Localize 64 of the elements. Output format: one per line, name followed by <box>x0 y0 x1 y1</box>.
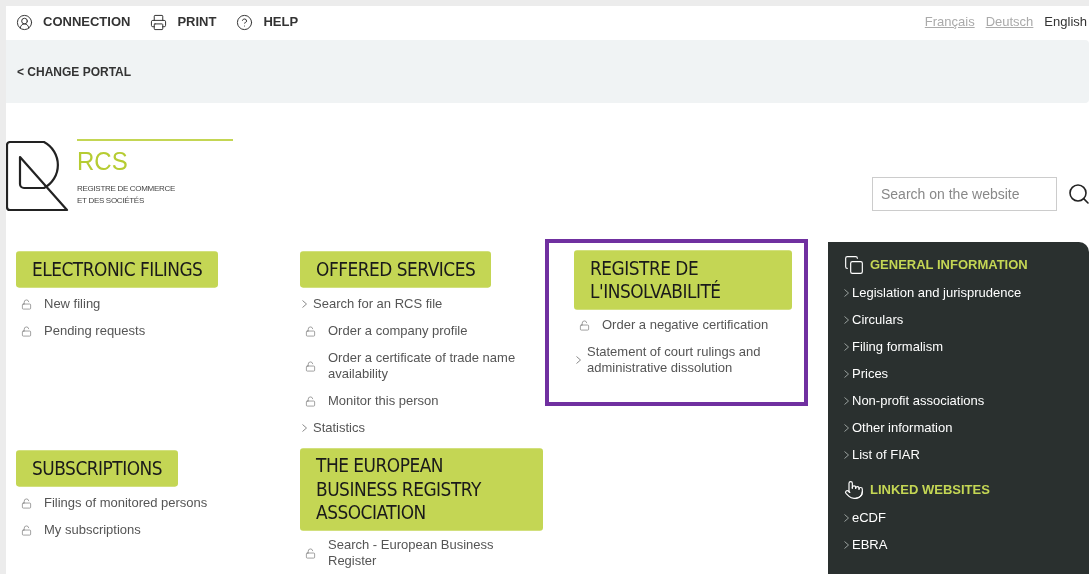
chevron-icon <box>844 424 849 432</box>
chevron-icon <box>844 514 849 522</box>
search-field[interactable]: Search on the website <box>872 177 1057 211</box>
menu-link[interactable]: New filing <box>44 296 101 312</box>
section-heading: REGISTRE DE L'INSOLVABILITÉ <box>574 250 792 310</box>
sidebar-link[interactable]: Legislation and jurisprudence <box>852 285 1022 301</box>
unlocked-padlock-icon <box>305 325 316 337</box>
sidebar-link[interactable]: EBRA <box>852 537 888 553</box>
sidebar-link[interactable]: Circulars <box>852 312 904 328</box>
menu-link[interactable]: My subscriptions <box>44 522 141 538</box>
change-portal-link[interactable]: < CHANGE PORTAL <box>17 62 132 81</box>
chevron-icon <box>302 424 307 432</box>
unlocked-padlock-icon <box>21 524 32 536</box>
chevron-icon <box>844 397 849 405</box>
section-heading: OFFERED SERVICES <box>300 251 492 288</box>
unlocked-padlock-icon <box>305 547 316 559</box>
logo-subtitle: REGISTRE DE COMMERCE <box>77 183 176 195</box>
unlocked-padlock-icon <box>579 319 590 331</box>
sidebar-link[interactable]: List of FIAR <box>852 447 920 463</box>
chevron-icon <box>844 451 849 459</box>
menu-link[interactable]: Pending requests <box>44 323 146 339</box>
menu-link[interactable]: Filings of monitored persons <box>44 495 208 511</box>
search-icon[interactable] <box>1067 182 1089 206</box>
sidebar-link[interactable]: Other information <box>852 420 953 436</box>
language-link[interactable]: English <box>1044 12 1087 32</box>
printer-icon <box>150 13 168 31</box>
unlocked-padlock-icon <box>21 325 32 337</box>
pointer-hand-icon <box>844 480 864 500</box>
chevron-icon <box>302 300 307 308</box>
sidebar-link[interactable]: Filing formalism <box>852 339 943 355</box>
section-heading: SUBSCRIPTIONS <box>16 450 179 487</box>
unlocked-padlock-icon <box>305 395 316 407</box>
chevron-icon <box>844 343 849 351</box>
user-icon <box>16 13 33 31</box>
sidebar-link[interactable]: Prices <box>852 366 889 382</box>
chevron-icon <box>576 356 581 364</box>
sidebar-heading: LINKED WEBSITES <box>870 481 990 500</box>
section-heading: THE EUROPEAN BUSINESS REGISTRY ASSOCIATION <box>300 448 543 531</box>
chevron-icon <box>844 289 849 297</box>
top-nav-link[interactable]: CONNECTION <box>16 12 131 32</box>
menu-link[interactable]: Search - European Business Register <box>328 537 545 569</box>
chevron-icon <box>844 370 849 378</box>
unlocked-padlock-icon <box>305 360 316 372</box>
sidebar-heading: GENERAL INFORMATION <box>870 256 1028 275</box>
menu-link[interactable]: Order a negative certification <box>602 317 769 333</box>
sidebar-link[interactable]: eCDF <box>852 510 886 526</box>
pages-icon <box>844 255 864 275</box>
top-nav-link[interactable]: PRINT <box>150 12 217 32</box>
menu-link[interactable]: Order a company profile <box>328 323 468 339</box>
chevron-icon <box>844 541 849 549</box>
logo-title: RCS <box>77 145 129 177</box>
chevron-icon <box>844 316 849 324</box>
menu-link[interactable]: Search for an RCS file <box>313 296 443 312</box>
menu-link[interactable]: Statement of court rulings and administrative dissolution <box>587 344 792 376</box>
help-icon <box>236 13 254 31</box>
logo-subtitle: ET DES SOCIÉTÉS <box>77 195 145 207</box>
menu-link[interactable]: Statistics <box>313 420 365 436</box>
unlocked-padlock-icon <box>21 497 32 509</box>
section-heading: ELECTRONIC FILINGS <box>16 251 219 288</box>
menu-link[interactable]: Monitor this person <box>328 393 439 409</box>
menu-link[interactable]: Order a certificate of trade name availability <box>328 350 545 382</box>
top-nav-link[interactable]: HELP <box>236 12 299 32</box>
sidebar-link[interactable]: Non-profit associations <box>852 393 985 409</box>
unlocked-padlock-icon <box>21 298 32 310</box>
